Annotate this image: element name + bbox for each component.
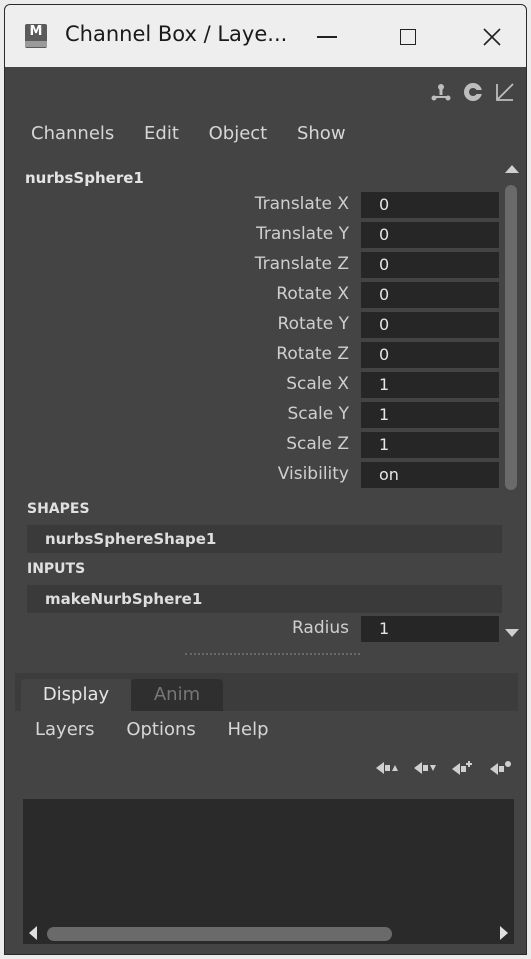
menu-object[interactable]: Object xyxy=(209,123,268,144)
maya-app-icon: M xyxy=(25,24,47,48)
attr-label[interactable]: Translate Z xyxy=(255,254,349,274)
menu-edit[interactable]: Edit xyxy=(144,123,179,144)
scroll-up-arrow-icon[interactable] xyxy=(505,165,519,173)
attr-row-visibility: Visibility on xyxy=(19,461,499,489)
attr-label[interactable]: Radius xyxy=(292,618,349,638)
shape-node-name: nurbsSphereShape1 xyxy=(45,530,217,548)
menu-channels[interactable]: Channels xyxy=(31,123,114,144)
attr-row-translate-z: Translate Z 0 xyxy=(19,251,499,279)
attr-label[interactable]: Scale Z xyxy=(286,434,349,454)
attr-value-field[interactable]: 1 xyxy=(361,372,499,398)
scroll-thumb[interactable] xyxy=(505,185,517,490)
object-name[interactable]: nurbsSphere1 xyxy=(25,169,144,187)
scroll-thumb[interactable] xyxy=(47,927,392,941)
attr-label[interactable]: Visibility xyxy=(278,464,349,484)
minimize-button[interactable] xyxy=(295,11,359,63)
layer-editor: Display Anim Layers Options Help xyxy=(15,673,518,946)
layer-editor-body: Layers Options Help xyxy=(15,711,518,946)
attr-row-rotate-y: Rotate Y 0 xyxy=(19,311,499,339)
new-layer-from-selected-icon[interactable] xyxy=(488,759,512,777)
attr-value-field[interactable]: 0 xyxy=(361,282,499,308)
layer-editor-toolbar xyxy=(374,759,512,777)
layer-editor-menubar: Layers Options Help xyxy=(35,719,295,740)
attr-value-field[interactable]: 0 xyxy=(361,252,499,278)
pane-splitter-handle[interactable] xyxy=(185,653,360,655)
tab-display[interactable]: Display xyxy=(21,679,131,711)
layer-list-horizontal-scrollbar[interactable] xyxy=(23,922,514,944)
attribute-editor-icon[interactable] xyxy=(462,81,484,103)
attr-row-radius: Radius 1 xyxy=(19,615,499,643)
scroll-right-arrow-icon[interactable] xyxy=(500,926,508,940)
attr-label[interactable]: Rotate Z xyxy=(276,344,349,364)
layer-list[interactable] xyxy=(23,799,514,944)
attr-label[interactable]: Scale X xyxy=(286,374,349,394)
input-node-name: makeNurbSphere1 xyxy=(45,590,203,608)
channel-box-layout-icon[interactable] xyxy=(430,81,452,103)
attr-row-scale-x: Scale X 1 xyxy=(19,371,499,399)
maximize-button[interactable] xyxy=(376,11,440,63)
input-node-row[interactable]: makeNurbSphere1 xyxy=(27,585,502,613)
channel-box-menubar: Channels Edit Object Show xyxy=(31,123,370,144)
scroll-left-arrow-icon[interactable] xyxy=(29,926,37,940)
maximize-icon xyxy=(400,29,416,45)
attr-row-translate-y: Translate Y 0 xyxy=(19,221,499,249)
attr-value-field[interactable]: 0 xyxy=(361,312,499,338)
attr-row-rotate-x: Rotate X 0 xyxy=(19,281,499,309)
attr-row-scale-z: Scale Z 1 xyxy=(19,431,499,459)
menu-options[interactable]: Options xyxy=(126,719,195,740)
attr-label[interactable]: Rotate X xyxy=(276,284,349,304)
attr-label[interactable]: Rotate Y xyxy=(278,314,349,334)
window-title: Channel Box / Laye... xyxy=(65,22,288,46)
attr-row-scale-y: Scale Y 1 xyxy=(19,401,499,429)
channel-box-window: M Channel Box / Laye... Channels Edit Ob… xyxy=(4,4,527,955)
shape-node-row[interactable]: nurbsSphereShape1 xyxy=(27,525,502,553)
inputs-section-title: INPUTS xyxy=(27,561,86,577)
attr-row-translate-x: Translate X 0 xyxy=(19,191,499,219)
attr-value-field[interactable]: 1 xyxy=(361,432,499,458)
attr-value-field[interactable]: 0 xyxy=(361,192,499,218)
attr-label[interactable]: Translate Y xyxy=(256,224,349,244)
attr-row-rotate-z: Rotate Z 0 xyxy=(19,341,499,369)
menu-help[interactable]: Help xyxy=(228,719,269,740)
menu-show[interactable]: Show xyxy=(297,123,346,144)
channel-box-vertical-scrollbar[interactable] xyxy=(502,165,522,643)
menu-layers[interactable]: Layers xyxy=(35,719,95,740)
app-icon-letter: M xyxy=(29,24,43,39)
attr-label[interactable]: Scale Y xyxy=(287,404,349,424)
move-layer-down-icon[interactable] xyxy=(412,759,436,777)
scroll-down-arrow-icon[interactable] xyxy=(505,629,519,637)
attr-value-field[interactable]: 0 xyxy=(361,222,499,248)
attr-value-field[interactable]: on xyxy=(361,462,499,488)
title-bar[interactable]: M Channel Box / Laye... xyxy=(5,5,526,67)
tab-anim[interactable]: Anim xyxy=(131,679,223,711)
tool-settings-icon[interactable] xyxy=(494,81,516,103)
move-layer-up-icon[interactable] xyxy=(374,759,398,777)
close-button[interactable] xyxy=(460,11,524,63)
shapes-section-title: SHAPES xyxy=(27,501,90,517)
channel-box: nurbsSphere1 Translate X 0 Translate Y 0… xyxy=(19,163,502,643)
attr-value-field[interactable]: 1 xyxy=(361,402,499,428)
new-empty-layer-icon[interactable] xyxy=(450,759,474,777)
attr-value-field[interactable]: 0 xyxy=(361,342,499,368)
close-icon xyxy=(483,28,501,46)
minimize-icon xyxy=(317,36,337,38)
attr-value-field[interactable]: 1 xyxy=(361,616,499,642)
attr-label[interactable]: Translate X xyxy=(255,194,349,214)
panel-toggle-icons xyxy=(430,81,516,105)
